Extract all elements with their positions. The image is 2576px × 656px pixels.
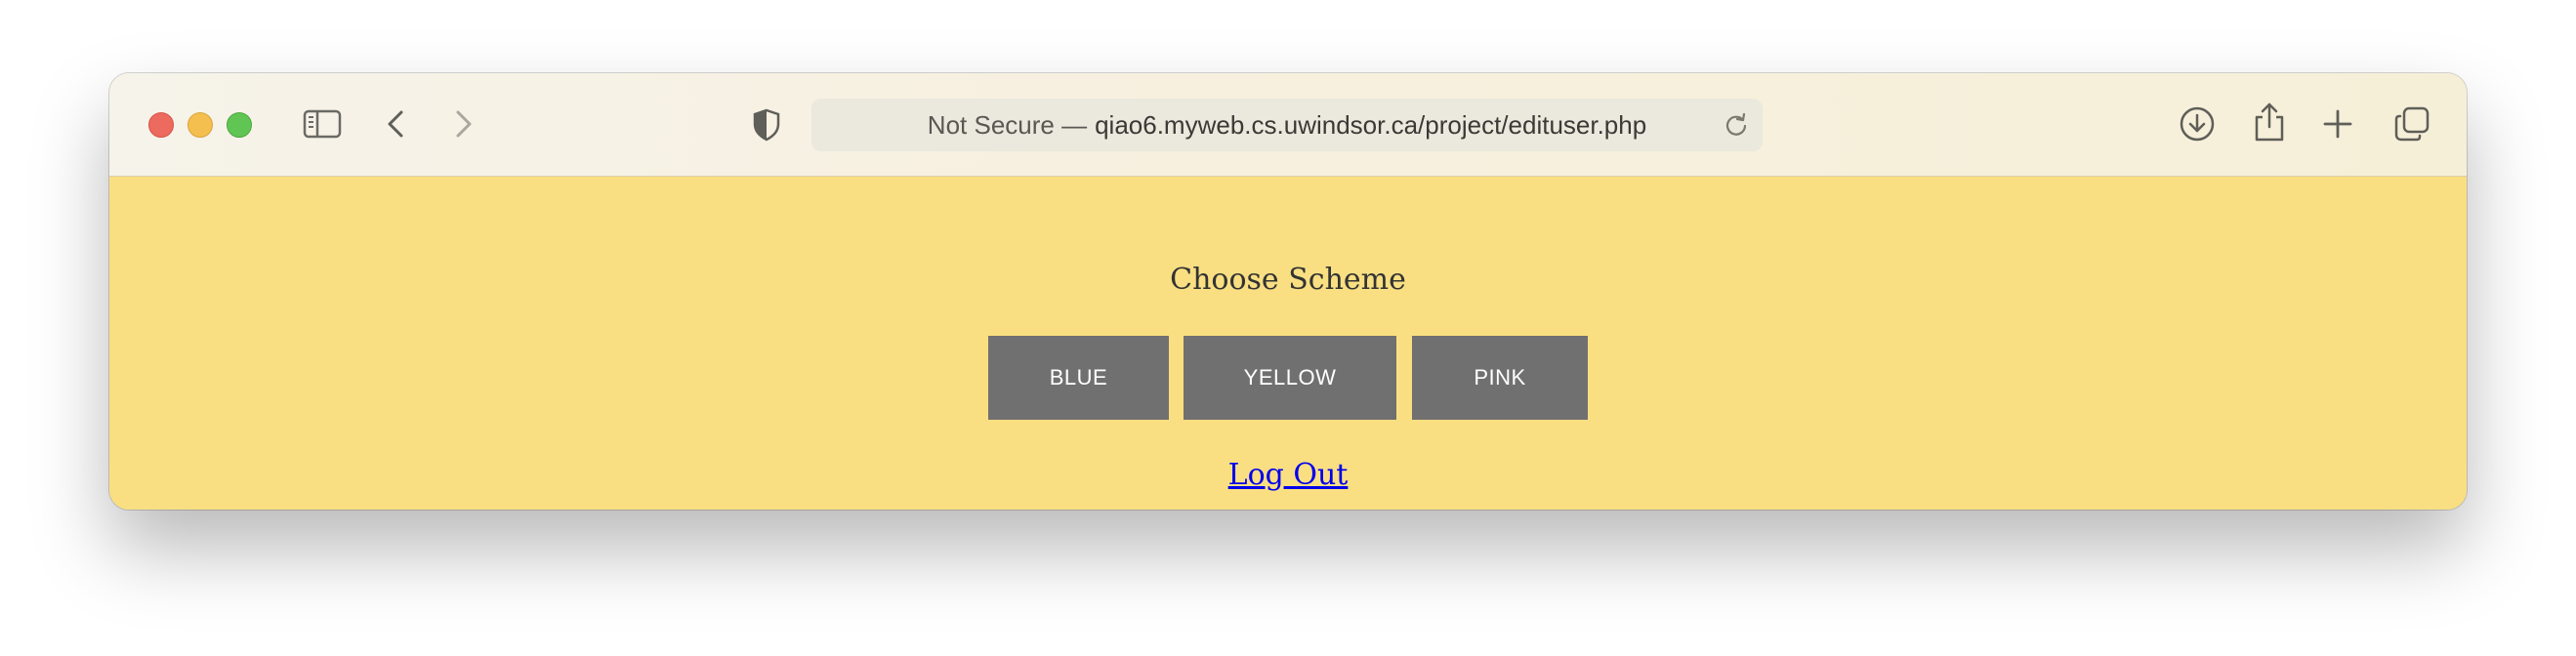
address-bar[interactable]: Not Secure — qiao6.myweb.cs.uwindsor.ca/… bbox=[811, 99, 1763, 151]
chevron-left-icon[interactable] bbox=[381, 106, 410, 142]
address-text: Not Secure — qiao6.myweb.cs.uwindsor.ca/… bbox=[811, 99, 1763, 151]
plus-icon[interactable] bbox=[2320, 106, 2355, 142]
logout-link[interactable]: Log Out bbox=[1228, 458, 1349, 492]
page-url: qiao6.myweb.cs.uwindsor.ca/project/editu… bbox=[1095, 109, 1647, 140]
security-status: Not Secure — bbox=[927, 109, 1088, 140]
tabs-overview-icon[interactable] bbox=[2392, 104, 2431, 144]
browser-toolbar: Not Secure — qiao6.myweb.cs.uwindsor.ca/… bbox=[109, 73, 2467, 177]
logout-container: Log Out bbox=[109, 458, 2467, 493]
sidebar-icon[interactable] bbox=[301, 106, 344, 142]
close-window-button[interactable] bbox=[148, 112, 174, 138]
minimize-window-button[interactable] bbox=[187, 112, 213, 138]
browser-window: Not Secure — qiao6.myweb.cs.uwindsor.ca/… bbox=[109, 73, 2467, 510]
page-heading: Choose Scheme bbox=[1170, 263, 1406, 297]
blue-scheme-button[interactable]: BLUE bbox=[988, 336, 1169, 420]
page-content: Choose Scheme BLUE YELLOW PINK Log Out bbox=[109, 177, 2467, 510]
pink-scheme-button[interactable]: PINK bbox=[1412, 336, 1588, 420]
yellow-scheme-button[interactable]: YELLOW bbox=[1184, 336, 1396, 420]
maximize-window-button[interactable] bbox=[227, 112, 252, 138]
download-icon[interactable] bbox=[2178, 104, 2217, 144]
chevron-right-icon[interactable] bbox=[449, 106, 478, 142]
reload-icon[interactable] bbox=[1722, 110, 1751, 140]
shield-icon[interactable] bbox=[750, 106, 783, 144]
share-icon[interactable] bbox=[2250, 101, 2289, 144]
